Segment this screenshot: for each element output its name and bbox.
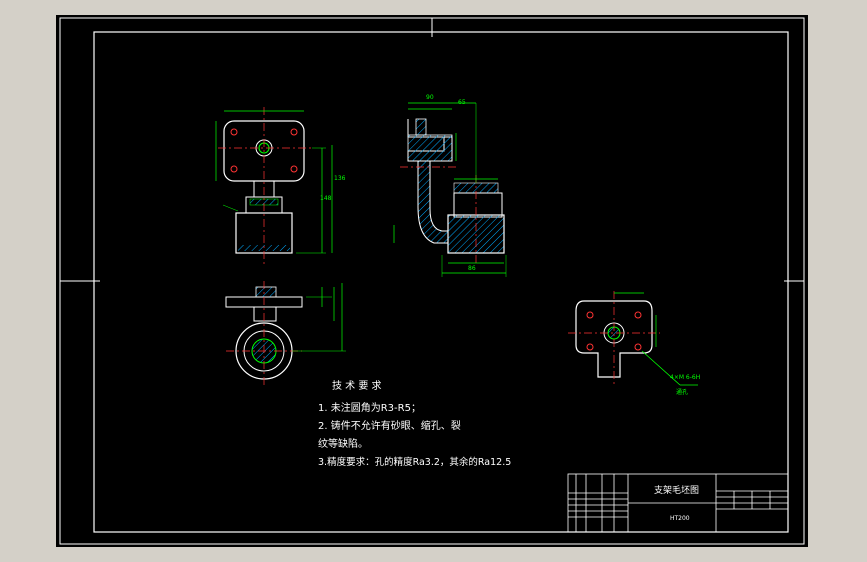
- dim-label-width: 90: [426, 94, 434, 101]
- dim-label-height: 148: [320, 195, 332, 202]
- tech-req-line-1: 1. 未注圆角为R3-R5；: [318, 403, 421, 414]
- tech-req-heading: 技 术 要 求: [332, 381, 382, 392]
- dim-label-height-2: 136: [334, 175, 346, 182]
- tech-req-line-4: 3.精度要求：孔的精度Ra3.2，其余的Ra12.5: [318, 457, 512, 468]
- drawing-name: 支架毛坯图: [654, 486, 700, 496]
- drawing-viewport[interactable]: 90 65 148 136 86 技 术 要 求 1. 未注圆角为R3-R5； …: [56, 15, 808, 547]
- tech-req-line-2: 2. 铸件不允许有砂眼、缩孔、裂: [318, 421, 461, 432]
- dim-label-bottom: 86: [468, 265, 476, 272]
- section-view: [393, 102, 507, 277]
- material-label: HT200: [670, 515, 690, 522]
- dim-label-flange: 65: [458, 99, 466, 106]
- tech-req-line-3: 纹等缺陷。: [318, 439, 368, 450]
- hole-callout-2: 通孔: [676, 389, 689, 396]
- side-view: [568, 291, 698, 386]
- front-view: [215, 107, 333, 265]
- hole-callout-1: 4×M 6-6H: [670, 374, 701, 381]
- plan-view: [225, 281, 346, 387]
